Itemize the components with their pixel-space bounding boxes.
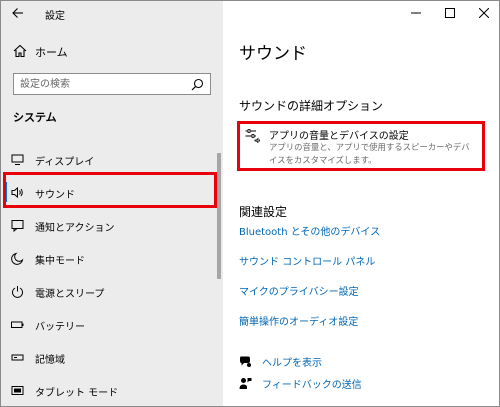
storage-icon — [11, 354, 24, 361]
sidebar-item-battery[interactable]: バッテリー — [1, 308, 223, 341]
maximize-button[interactable] — [433, 1, 467, 25]
sidebar-scrollbar[interactable] — [217, 153, 221, 279]
home-icon — [13, 44, 27, 58]
sidebar-nav: ディスプレイ サウンド 通知とアクション 集中モード 電源とスリープ バッテリー… — [1, 143, 223, 406]
help-chat-icon — [240, 356, 251, 367]
sidebar-section-heading: システム — [13, 111, 57, 124]
sidebar: ホーム システム ディスプレイ — [1, 1, 223, 406]
main-content: サウンド サウンドの詳細オプション アプリの音量とデバイスの設定 アプリの音量と… — [223, 27, 499, 406]
feedback-person-icon — [239, 377, 252, 389]
related-links: Bluetooth とその他のデバイス サウンド コントロール パネル マイクの… — [239, 225, 380, 345]
power-icon — [12, 286, 23, 298]
back-button[interactable] — [7, 3, 29, 23]
help-link[interactable]: ヘルプを表示 — [239, 353, 322, 369]
feedback-link[interactable]: フィードバックの送信 — [239, 375, 362, 391]
app-volume-title: アプリの音量とデバイスの設定 — [269, 131, 409, 142]
settings-window: ホーム システム ディスプレイ — [0, 0, 500, 407]
sidebar-item-focus[interactable]: 集中モード — [1, 242, 223, 275]
monitor-icon — [11, 154, 24, 165]
maximize-icon — [445, 8, 455, 18]
app-volume-description: アプリの音量と、アプリで使用するスピーカーやデバイスをカスタマイズします。 — [269, 142, 470, 165]
sidebar-item-label: ディスプレイ — [35, 157, 95, 168]
search-box[interactable] — [13, 73, 211, 95]
sidebar-item-display[interactable]: ディスプレイ — [1, 143, 223, 176]
search-input[interactable] — [20, 76, 180, 92]
sliders-speaker-icon — [245, 129, 260, 143]
back-arrow-icon — [12, 8, 23, 18]
sidebar-item-label: 記憶域 — [35, 355, 65, 366]
title-bar: 設定 — [1, 1, 499, 27]
sidebar-item-label: 集中モード — [35, 256, 85, 267]
link-bluetooth-devices[interactable]: Bluetooth とその他のデバイス — [239, 225, 380, 255]
window-title: 設定 — [45, 11, 65, 22]
sidebar-home[interactable]: ホーム — [1, 39, 223, 63]
moon-icon — [11, 252, 24, 265]
sidebar-item-sound[interactable]: サウンド — [1, 176, 223, 209]
sidebar-item-label: タブレット モード — [35, 388, 119, 399]
page-title: サウンド — [239, 44, 307, 64]
tablet-icon — [11, 386, 24, 395]
sidebar-item-storage[interactable]: 記憶域 — [1, 341, 223, 374]
notification-icon — [11, 220, 24, 232]
app-volume-settings-link[interactable]: アプリの音量とデバイスの設定 アプリの音量と、アプリで使用するスピーカーやデバイ… — [239, 125, 489, 169]
battery-icon — [11, 321, 24, 328]
window-controls — [399, 1, 499, 27]
feedback-label: フィードバックの送信 — [262, 379, 362, 391]
sidebar-item-power[interactable]: 電源とスリープ — [1, 275, 223, 308]
sidebar-item-label: 通知とアクション — [35, 223, 115, 234]
sidebar-item-label: バッテリー — [35, 322, 85, 333]
sidebar-item-label: 電源とスリープ — [35, 289, 105, 300]
link-sound-control-panel[interactable]: サウンド コントロール パネル — [239, 255, 380, 285]
minimize-icon — [411, 12, 421, 14]
related-settings-heading: 関連設定 — [239, 205, 288, 219]
link-ease-of-access-audio[interactable]: 簡単操作のオーディオ設定 — [239, 315, 380, 345]
close-icon — [479, 8, 489, 18]
help-label: ヘルプを表示 — [262, 357, 322, 369]
minimize-button[interactable] — [399, 1, 433, 25]
sidebar-home-label: ホーム — [35, 46, 68, 59]
link-microphone-privacy[interactable]: マイクのプライバシー設定 — [239, 285, 380, 315]
sidebar-item-label: サウンド — [35, 190, 75, 201]
advanced-options-heading: サウンドの詳細オプション — [239, 99, 384, 113]
sidebar-item-tablet[interactable]: タブレット モード — [1, 374, 223, 406]
close-button[interactable] — [467, 1, 499, 25]
speaker-icon — [11, 186, 23, 199]
search-icon[interactable] — [191, 78, 204, 91]
sidebar-item-notifications[interactable]: 通知とアクション — [1, 209, 223, 242]
